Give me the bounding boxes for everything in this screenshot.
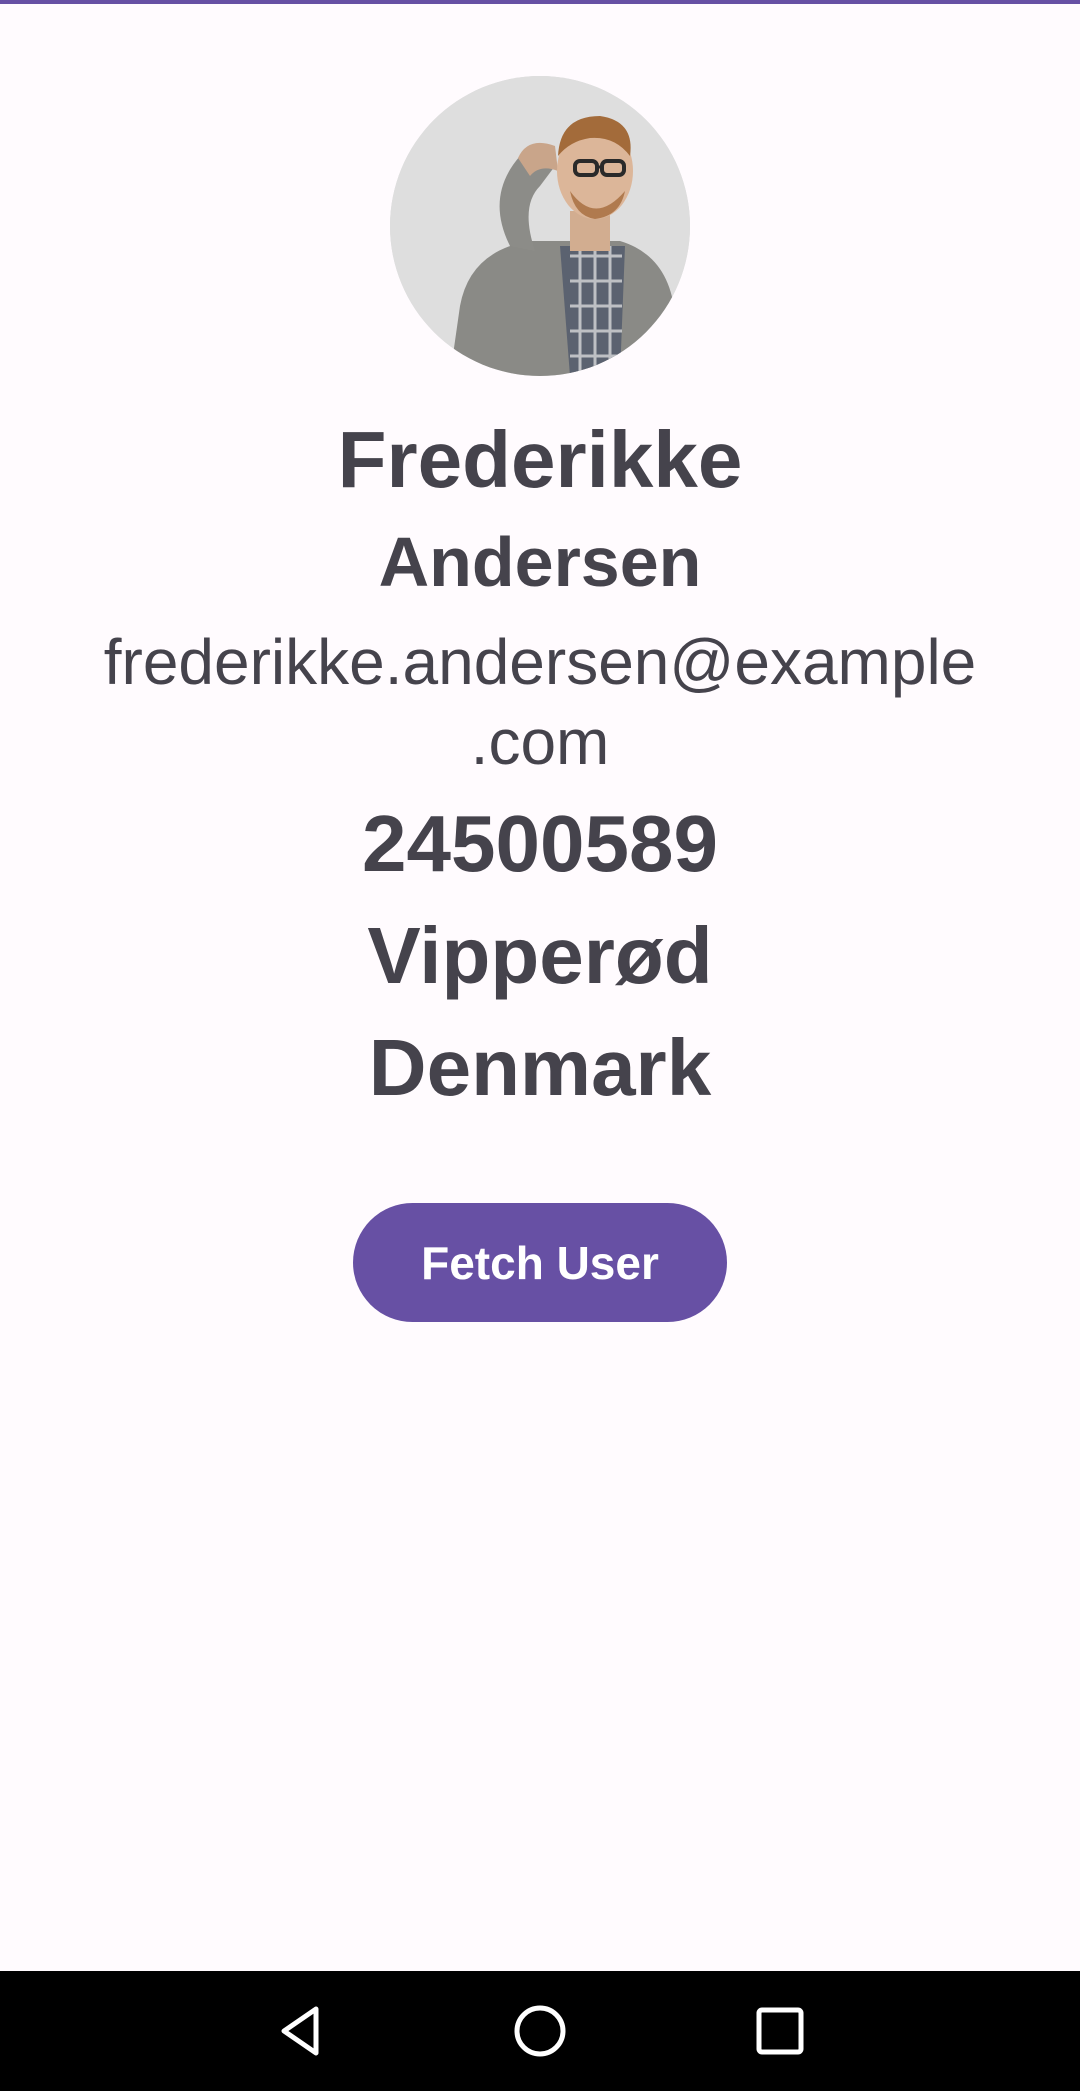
city: Vipperød	[367, 911, 713, 1000]
phone-number: 24500589	[362, 799, 718, 888]
recents-square-icon	[756, 2007, 804, 2055]
last-name: Andersen	[378, 523, 702, 601]
system-nav-bar	[0, 1971, 1080, 2091]
fetch-user-button[interactable]: Fetch User	[353, 1203, 727, 1322]
email-line-2: .com	[470, 706, 610, 778]
home-circle-icon	[514, 2005, 566, 2057]
top-accent-line	[0, 0, 1080, 4]
back-triangle-icon	[281, 2006, 319, 2056]
country: Denmark	[368, 1023, 712, 1112]
avatar	[390, 76, 690, 376]
back-button[interactable]	[240, 1971, 360, 2091]
email-line-1: frederikke.andersen@example	[103, 626, 977, 698]
avatar-photo	[390, 76, 690, 376]
screen: Frederikke Andersen frederikke.andersen@…	[0, 0, 1080, 2091]
recents-button[interactable]	[720, 1971, 840, 2091]
home-button[interactable]	[480, 1971, 600, 2091]
first-name: Frederikke	[337, 415, 743, 504]
